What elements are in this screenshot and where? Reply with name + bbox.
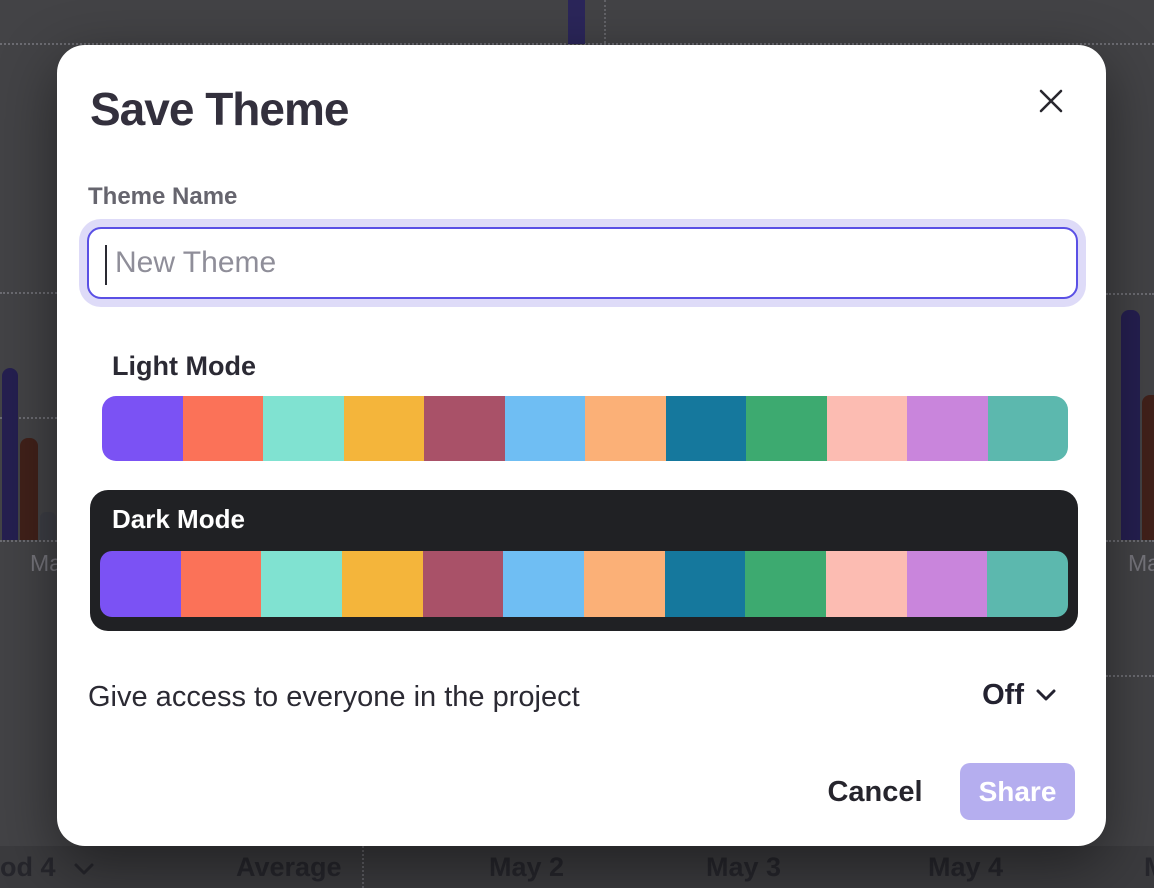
palette-swatch-5 (503, 551, 584, 617)
dark-mode-label: Dark Mode (112, 504, 245, 535)
period-selector[interactable]: od 4 (0, 852, 95, 883)
axis-tick-average: Average (236, 852, 342, 883)
palette-swatch-9 (826, 551, 907, 617)
chart-x-axis: od 4 Average May 2 May 3 May 4 M (0, 846, 1154, 888)
palette-swatch-1 (181, 551, 262, 617)
palette-swatch-6 (585, 396, 666, 461)
gridline (362, 846, 364, 888)
palette-swatch-0 (102, 396, 183, 461)
access-value: Off (982, 679, 1024, 712)
axis-label: Ma (1128, 550, 1154, 577)
palette-swatch-5 (505, 396, 586, 461)
palette-swatch-11 (988, 396, 1069, 461)
palette-swatch-0 (100, 551, 181, 617)
axis-tick-may2: May 2 (489, 852, 564, 883)
gridline (604, 0, 606, 43)
palette-swatch-10 (907, 551, 988, 617)
save-theme-dialog: Save Theme Theme Name Light Mode Dark Mo… (57, 45, 1106, 846)
chevron-down-icon (73, 862, 95, 876)
dark-mode-card: Dark Mode (90, 490, 1078, 631)
theme-name-label: Theme Name (88, 183, 237, 211)
palette-swatch-9 (827, 396, 908, 461)
access-dropdown[interactable]: Off (982, 679, 1056, 712)
axis-baseline (1106, 540, 1154, 542)
close-icon (1038, 88, 1064, 114)
palette-swatch-10 (907, 396, 988, 461)
dialog-title: Save Theme (90, 82, 348, 136)
palette-swatch-6 (584, 551, 665, 617)
text-cursor (105, 245, 107, 285)
chart-bar (1142, 395, 1154, 540)
palette-swatch-4 (424, 396, 505, 461)
palette-swatch-3 (344, 396, 425, 461)
share-button[interactable]: Share (960, 763, 1075, 820)
palette-swatch-7 (666, 396, 747, 461)
gridline (1106, 293, 1154, 295)
theme-name-field-focus-ring (79, 219, 1086, 307)
access-label: Give access to everyone in the project (88, 681, 580, 714)
gridline (1106, 675, 1154, 677)
palette-swatch-7 (665, 551, 746, 617)
palette-swatch-8 (745, 551, 826, 617)
close-button[interactable] (1029, 79, 1073, 123)
chart-bar (568, 0, 585, 44)
dark-mode-palette[interactable] (100, 551, 1068, 617)
light-mode-label: Light Mode (112, 351, 256, 382)
cancel-button[interactable]: Cancel (825, 769, 925, 815)
theme-name-input[interactable] (89, 229, 1076, 297)
palette-swatch-2 (263, 396, 344, 461)
axis-tick-may4: May 4 (928, 852, 1003, 883)
gridline (0, 292, 57, 294)
palette-swatch-2 (261, 551, 342, 617)
chart-bar (2, 368, 18, 540)
palette-swatch-8 (746, 396, 827, 461)
palette-swatch-11 (987, 551, 1068, 617)
chart-bar (1121, 310, 1140, 540)
palette-swatch-3 (342, 551, 423, 617)
light-mode-palette[interactable] (102, 396, 1068, 461)
palette-swatch-4 (423, 551, 504, 617)
axis-tick-partial: M (1144, 852, 1154, 883)
chevron-down-icon (1036, 689, 1056, 702)
chart-bar (20, 438, 38, 540)
chart-bar (40, 512, 56, 540)
axis-tick-may3: May 3 (706, 852, 781, 883)
period-label: od 4 (0, 852, 56, 882)
axis-baseline (0, 540, 57, 542)
palette-swatch-1 (183, 396, 264, 461)
